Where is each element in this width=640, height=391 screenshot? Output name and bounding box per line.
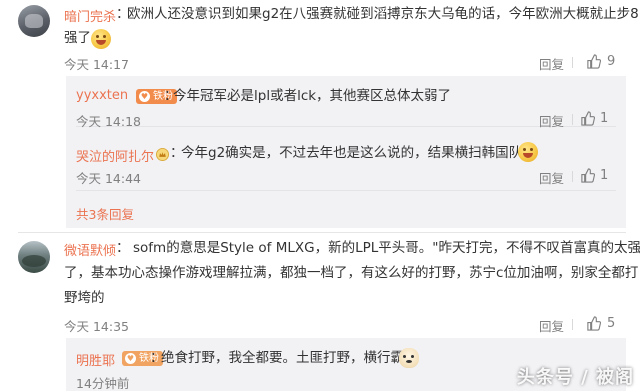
comment-username[interactable]: 微语默倾	[64, 240, 116, 259]
action-divider	[572, 171, 573, 182]
comment-separator: ：	[116, 240, 130, 256]
reply-username[interactable]: 哭泣的阿扎尔	[76, 146, 154, 165]
action-divider	[572, 57, 573, 68]
avatar[interactable]	[18, 241, 50, 273]
reply-button[interactable]: 回复	[539, 316, 564, 335]
vip-crown-icon	[156, 148, 169, 161]
dog-emoji-icon	[399, 348, 419, 368]
like-count: 5	[607, 316, 616, 331]
comment-text-line2: 强了	[64, 30, 91, 46]
reply-username[interactable]: yyxxten	[76, 88, 128, 103]
thumbs-up-icon[interactable]	[580, 168, 595, 183]
reply-button[interactable]: 回复	[539, 54, 564, 73]
thumbs-up-icon[interactable]	[586, 316, 601, 331]
comment-time: 今天 14:17	[64, 57, 129, 72]
avatar[interactable]	[18, 5, 50, 37]
smile-emoji-icon	[91, 29, 111, 49]
reply-button[interactable]: 回复	[539, 168, 564, 187]
like-count: 9	[607, 54, 616, 69]
action-divider	[572, 319, 573, 330]
comment-text-line2: 了，基本功心态操作游戏理解拉满，都独一档了，有这么好的打野，苏宁c位加油啊，别家…	[64, 265, 639, 281]
comment-text-line3: 野垮的	[64, 290, 105, 306]
watermark: 头条号 / 被阁	[516, 367, 634, 388]
fan-badge-icon: ♥	[139, 91, 150, 102]
comment-text: sofm的意思是Style of MLXG，新的LPL平头哥。"昨天打完，不得不…	[133, 240, 640, 256]
reply-text: 今年g2确实是，不过去年也是这么说的，结果横扫韩国队伍	[181, 145, 536, 161]
fan-badge-icon: ♥	[125, 353, 136, 364]
comment-text: 欧洲人还没意识到如果g2在八强赛就碰到滔搏京东大乌龟的话，今年欧洲大概就止步8	[127, 6, 639, 22]
like-count: 1	[600, 111, 609, 126]
reply-username[interactable]: 明胜耶	[76, 350, 115, 369]
reply-time: 今天 14:44	[76, 171, 141, 186]
comment-username[interactable]: 暗门完杀	[64, 6, 116, 25]
thumbs-up-icon[interactable]	[586, 54, 601, 69]
reply-button[interactable]: 回复	[539, 111, 564, 130]
thumbs-up-icon[interactable]	[580, 111, 595, 126]
like-count: 1	[600, 168, 609, 183]
laugh-emoji-icon	[518, 142, 538, 162]
comment-time: 今天 14:35	[64, 319, 129, 334]
reply-divider	[76, 126, 616, 127]
more-replies-link[interactable]: 共3条回复	[76, 204, 134, 223]
reply-text: 绝食打野，我全都要。土匪打野，横行霸道	[161, 350, 418, 366]
reply-time: 14分钟前	[76, 376, 130, 391]
action-divider	[572, 114, 573, 125]
reply-text: 今年冠军必是lpl或者lck，其他赛区总体太弱了	[173, 88, 452, 104]
comment-divider	[18, 232, 626, 233]
reply-divider	[76, 190, 616, 191]
reply-time: 今天 14:18	[76, 114, 141, 129]
